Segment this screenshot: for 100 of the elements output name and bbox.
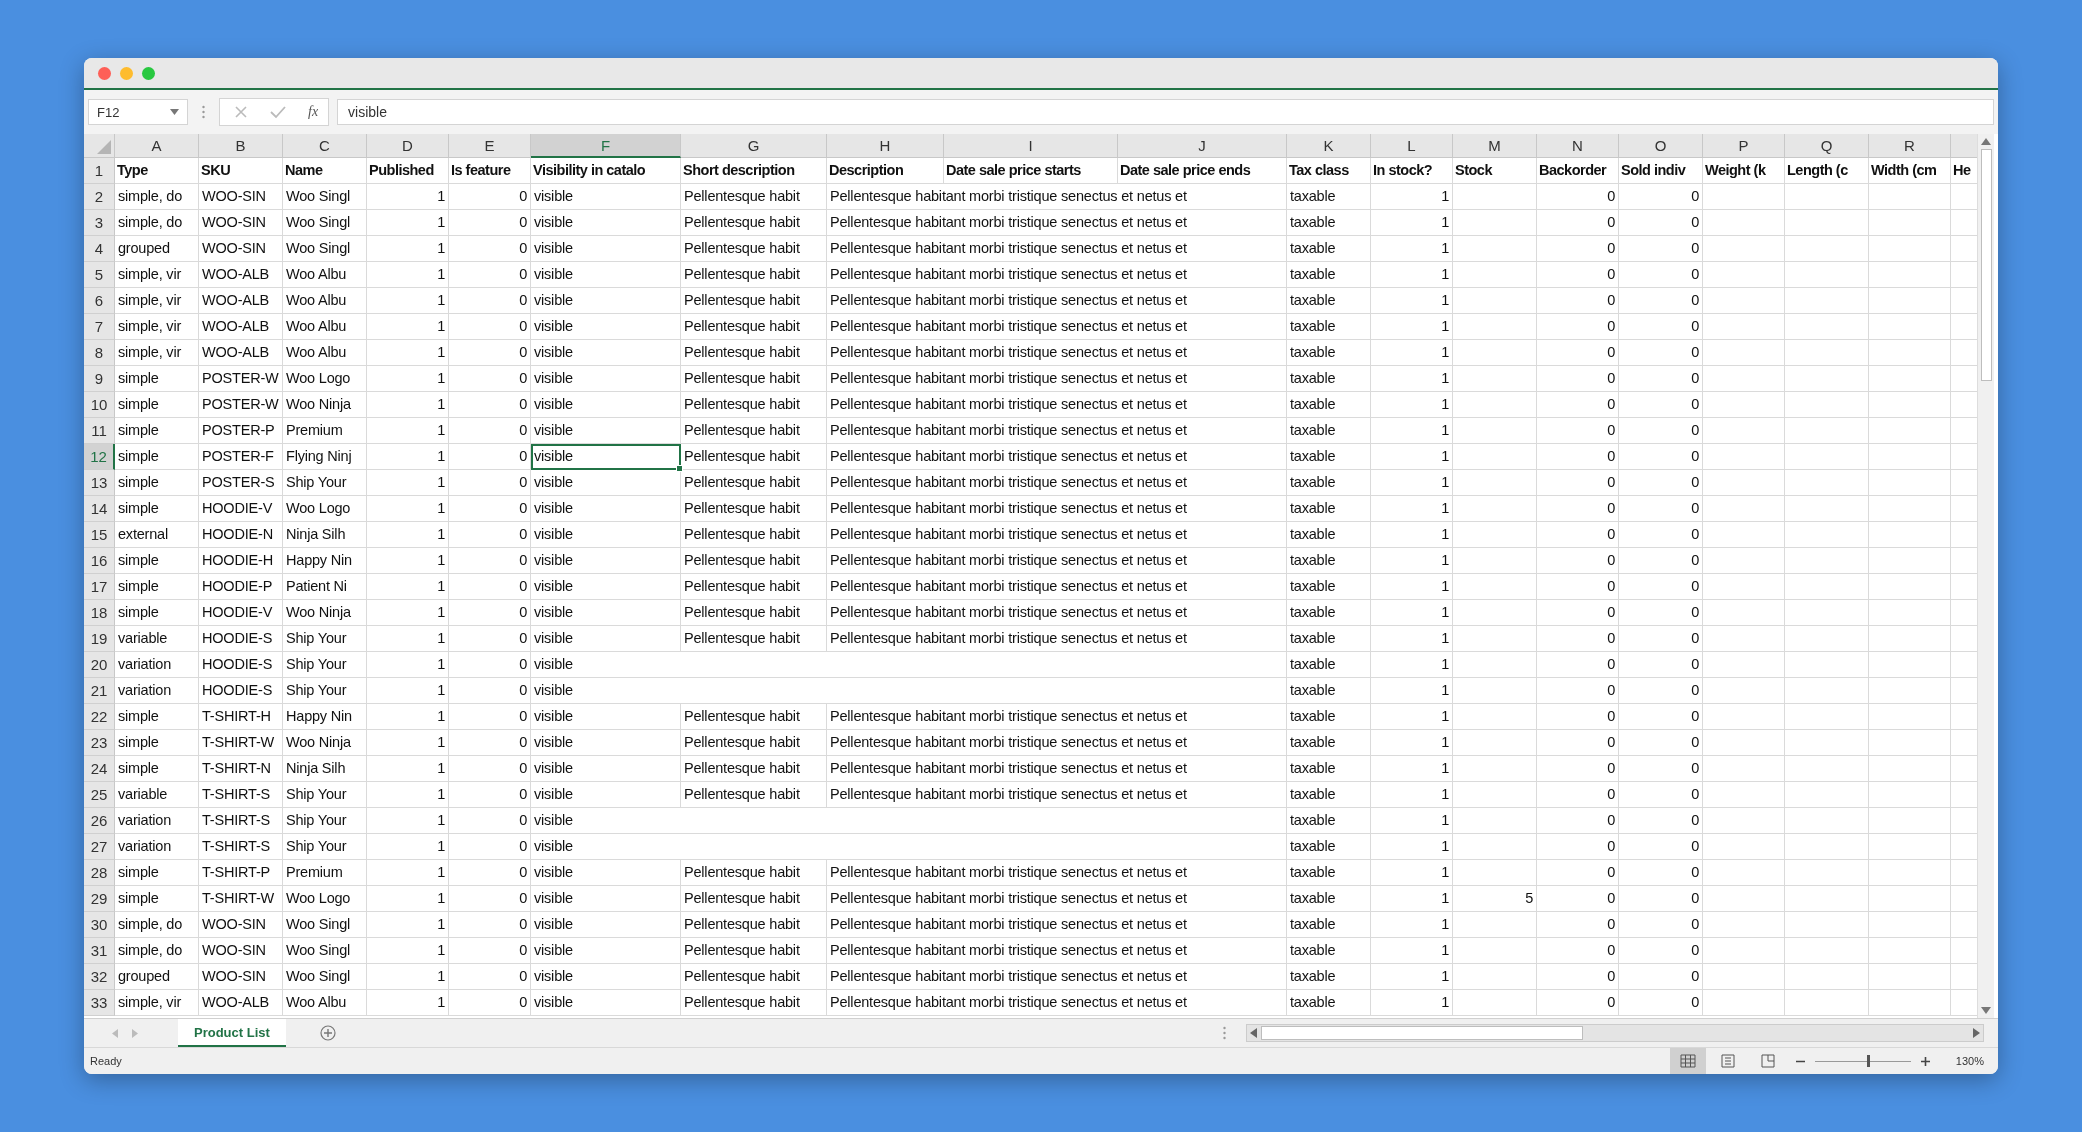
table-cell: 1	[1371, 886, 1453, 912]
row-header[interactable]: 27	[84, 834, 115, 860]
row-header[interactable]: 22	[84, 704, 115, 730]
row-header[interactable]: 9	[84, 366, 115, 392]
table-cell: visible	[531, 652, 1287, 678]
row-header[interactable]: 18	[84, 600, 115, 626]
row-header[interactable]: 14	[84, 496, 115, 522]
column-header[interactable]: M	[1453, 134, 1537, 158]
column-header[interactable]: C	[283, 134, 367, 158]
column-header[interactable]: N	[1537, 134, 1619, 158]
table-cell: Pellentesque habitant morbi tristique senectus et netus et	[827, 938, 1287, 964]
row-header[interactable]: 10	[84, 392, 115, 418]
column-header[interactable]: F	[531, 134, 681, 158]
row-header[interactable]: 30	[84, 912, 115, 938]
row-header[interactable]: 29	[84, 886, 115, 912]
slider-thumb[interactable]	[1866, 1055, 1870, 1067]
table-cell: taxable	[1287, 184, 1371, 210]
normal-view-button[interactable]	[1669, 1048, 1706, 1074]
scrollbar-thumb[interactable]	[1261, 1026, 1583, 1040]
previous-sheet-icon[interactable]	[112, 1028, 118, 1038]
row-header[interactable]: 8	[84, 340, 115, 366]
table-cell: simple	[115, 574, 199, 600]
row-header[interactable]: 13	[84, 470, 115, 496]
table-cell: Pellentesque habit	[681, 496, 827, 522]
row-header[interactable]: 6	[84, 288, 115, 314]
horizontal-scrollbar[interactable]	[1246, 1024, 1984, 1042]
row-header[interactable]: 23	[84, 730, 115, 756]
column-header[interactable]: R	[1869, 134, 1951, 158]
column-header[interactable]: L	[1371, 134, 1453, 158]
row-header[interactable]: 11	[84, 418, 115, 444]
row-header[interactable]: 16	[84, 548, 115, 574]
scroll-right-icon[interactable]	[1973, 1028, 1980, 1038]
vertical-scrollbar[interactable]	[1977, 134, 1994, 1018]
row-header[interactable]: 2	[84, 184, 115, 210]
close-button[interactable]	[98, 66, 111, 80]
table-cell: HOODIE-S	[199, 678, 283, 704]
row-header[interactable]: 28	[84, 860, 115, 886]
check-icon[interactable]	[270, 105, 286, 119]
scroll-left-icon[interactable]	[1250, 1028, 1257, 1038]
row-header[interactable]: 33	[84, 990, 115, 1016]
column-header[interactable]: H	[827, 134, 944, 158]
column-header[interactable]: B	[199, 134, 283, 158]
table-cell: taxable	[1287, 860, 1371, 886]
column-header[interactable]: J	[1118, 134, 1287, 158]
row-header[interactable]: 20	[84, 652, 115, 678]
table-cell: 0	[449, 522, 531, 548]
formula-field[interactable]: visible	[337, 99, 1994, 125]
table-cell: taxable	[1287, 704, 1371, 730]
row-header[interactable]: 5	[84, 262, 115, 288]
row-header[interactable]: 12	[84, 444, 115, 470]
row-header[interactable]: 3	[84, 210, 115, 236]
row-header[interactable]: 25	[84, 782, 115, 808]
next-sheet-icon[interactable]	[132, 1028, 138, 1038]
column-title: Length (c	[1785, 158, 1869, 184]
table-cell: Woo Albu	[283, 288, 367, 314]
table-cell[interactable]: visible	[531, 444, 681, 470]
table-cell: 1	[367, 704, 449, 730]
row-header[interactable]: 7	[84, 314, 115, 340]
drag-handle-icon[interactable]	[202, 105, 205, 119]
name-box[interactable]: F12	[88, 99, 188, 125]
row-header[interactable]: 19	[84, 626, 115, 652]
table-cell: visible	[531, 262, 681, 288]
table-cell: 0	[1537, 366, 1619, 392]
table-cell: 0	[1537, 392, 1619, 418]
table-cell: Pellentesque habitant morbi tristique senectus et netus et	[827, 886, 1287, 912]
column-header[interactable]: Q	[1785, 134, 1869, 158]
table-cell: Woo Logo	[283, 886, 367, 912]
drag-handle-icon[interactable]	[1223, 1026, 1226, 1040]
column-header[interactable]: O	[1619, 134, 1703, 158]
row-header[interactable]: 21	[84, 678, 115, 704]
row-header[interactable]: 4	[84, 236, 115, 262]
row-header[interactable]: 15	[84, 522, 115, 548]
row-header[interactable]: 1	[84, 158, 115, 184]
zoom-in-icon[interactable]	[1920, 1056, 1930, 1066]
column-header[interactable]: E	[449, 134, 531, 158]
add-sheet-icon[interactable]	[319, 1025, 336, 1041]
sheet-tab[interactable]: Product List	[178, 1019, 286, 1047]
cancel-icon[interactable]	[234, 105, 248, 119]
table-cell: 1	[367, 626, 449, 652]
table-cell: POSTER-F	[199, 444, 283, 470]
scroll-down-icon[interactable]	[1981, 1007, 1991, 1014]
row-header[interactable]: 24	[84, 756, 115, 782]
table-cell: 0	[1537, 834, 1619, 860]
column-header[interactable]: D	[367, 134, 449, 158]
column-header[interactable]: A	[115, 134, 199, 158]
row-header[interactable]: 17	[84, 574, 115, 600]
column-header[interactable]: I	[944, 134, 1118, 158]
row-header[interactable]: 26	[84, 808, 115, 834]
column-header[interactable]: G	[681, 134, 827, 158]
zoom-button[interactable]	[142, 66, 155, 80]
scroll-up-icon[interactable]	[1981, 138, 1991, 145]
insert-function-button[interactable]: fx	[308, 104, 319, 120]
table-cell: Woo Singl	[283, 938, 367, 964]
minimize-button[interactable]	[120, 66, 133, 80]
row-header[interactable]: 32	[84, 964, 115, 990]
fill-handle[interactable]	[676, 465, 683, 472]
column-header[interactable]: K	[1287, 134, 1371, 158]
column-header[interactable]: P	[1703, 134, 1785, 158]
row-header[interactable]: 31	[84, 938, 115, 964]
scrollbar-thumb[interactable]	[1980, 149, 1992, 381]
